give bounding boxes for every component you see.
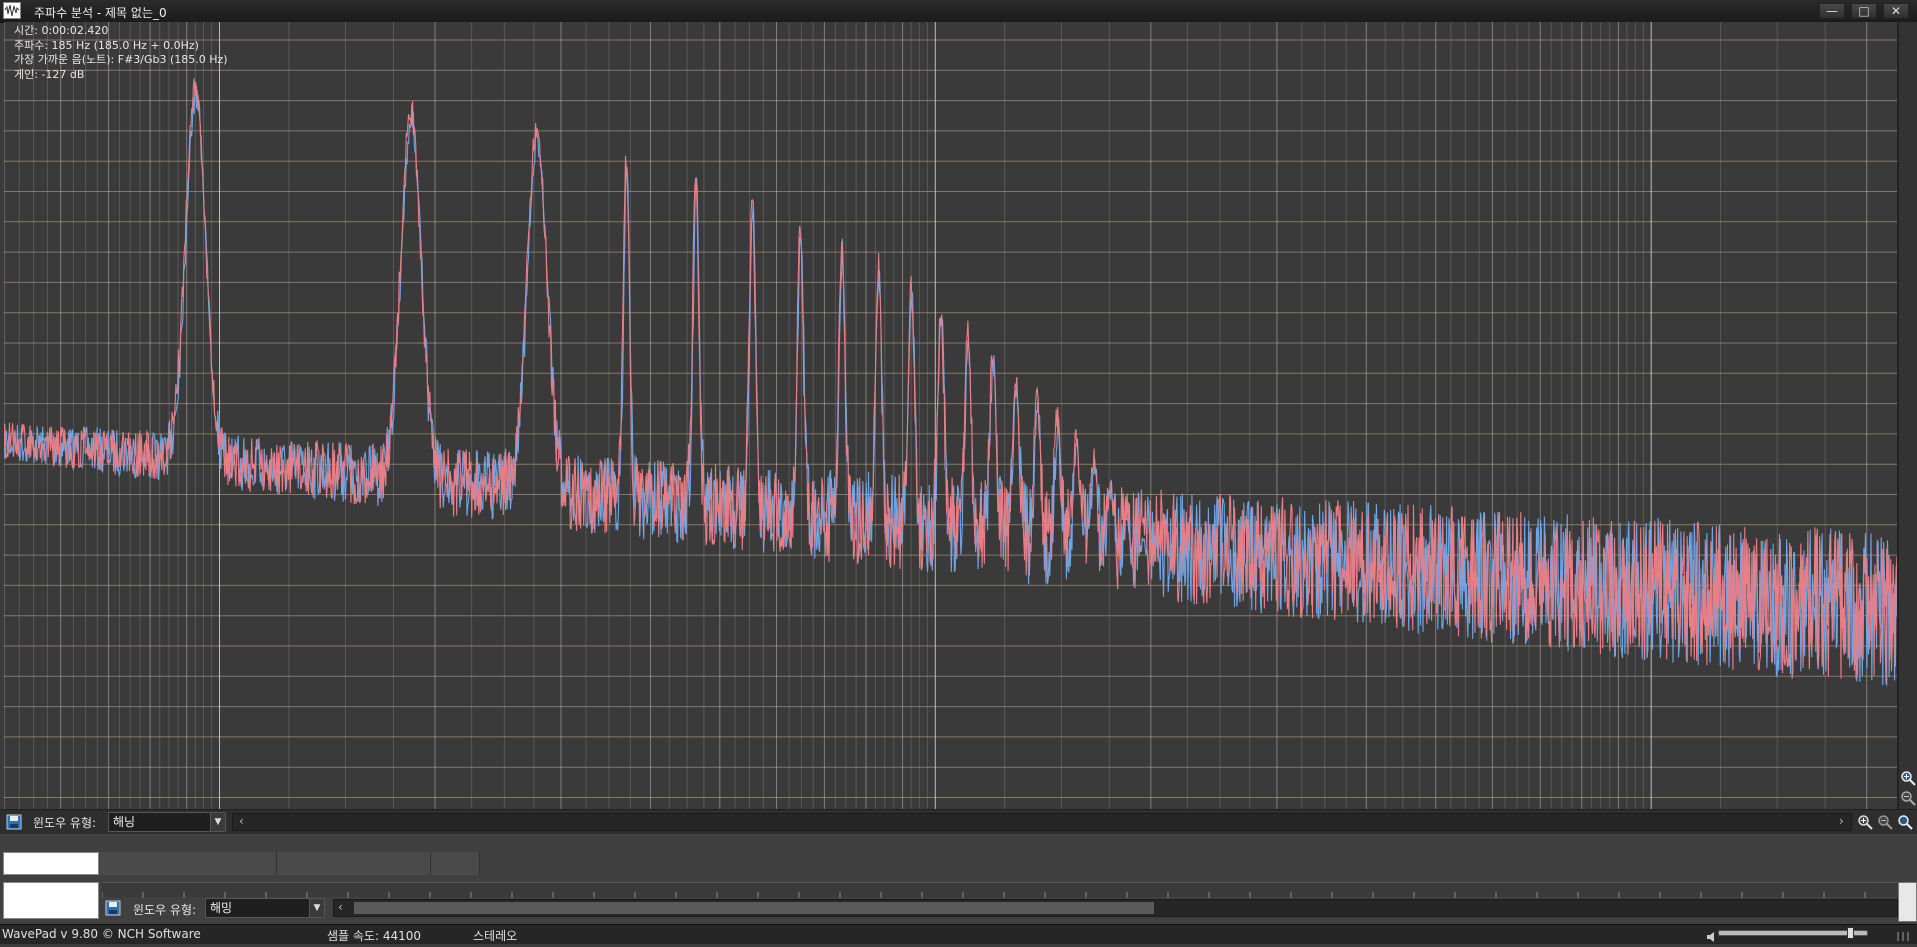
tab-active[interactable] xyxy=(3,852,99,875)
title-bar: 주파수 분석 - 제목 없는_0 — □ ✕ xyxy=(0,0,1917,23)
zoom-in-horizontal-icon[interactable] xyxy=(1857,814,1873,830)
nearest-note-readout: 가장 가까운 음(노트): F#3/Gb3 (185.0 Hz) xyxy=(14,53,228,66)
left-channel-trace xyxy=(4,78,1897,684)
chevron-down-icon[interactable]: ▼ xyxy=(210,813,225,831)
sample-rate: 샘플 속도: 44100 xyxy=(327,929,422,943)
lower-vertical-scrollbar[interactable] xyxy=(1898,882,1917,922)
app-version: WavePad v 9.80 © NCH Software xyxy=(2,927,201,941)
volume-slider-thumb[interactable] xyxy=(1846,927,1854,939)
horizontal-scrollbar[interactable]: ‹ › xyxy=(232,813,1852,831)
chevron-down-icon[interactable]: ▼ xyxy=(309,899,324,917)
lower-window-type-value: 해밍 xyxy=(210,901,233,915)
file-thumbnail[interactable] xyxy=(3,882,99,919)
tab-4[interactable] xyxy=(431,852,480,875)
scroll-thumb[interactable] xyxy=(354,902,1154,914)
frequency-spectrum-plot[interactable]: 시간: 0:00:02.420 주파수: 185 Hz (185.0 Hz + … xyxy=(4,22,1898,809)
horizontal-gridlines xyxy=(4,39,1897,798)
speaker-icon[interactable] xyxy=(1706,928,1717,947)
gain-readout: 게인: -127 dB xyxy=(14,67,85,81)
close-button[interactable]: ✕ xyxy=(1883,3,1909,19)
lower-window-type-label: 윈도우 유형: xyxy=(133,903,197,917)
save-icon-lower[interactable] xyxy=(105,900,121,916)
waveform-icon[interactable] xyxy=(3,2,21,19)
save-icon[interactable] xyxy=(6,814,22,830)
spectrum-control-bar: 윈도우 유형: 해닝 ▼ ‹ › xyxy=(0,809,1917,835)
zoom-out-icon[interactable] xyxy=(1900,790,1916,806)
lower-scroll-left-icon[interactable]: ‹ xyxy=(338,900,343,914)
window-type-label: 윈도우 유형: xyxy=(33,816,97,830)
vertical-gridlines xyxy=(4,22,1868,809)
cursor-readout: 시간: 0:00:02.420 주파수: 185 Hz (185.0 Hz + … xyxy=(14,24,228,82)
window-type-select[interactable]: 해닝 ▼ xyxy=(108,812,226,832)
zoom-fit-icon[interactable] xyxy=(1897,814,1913,830)
resize-grip-icon[interactable] xyxy=(1894,927,1914,941)
tab-3[interactable] xyxy=(277,852,431,875)
status-bar: WavePad v 9.80 © NCH Software 샘플 속도: 441… xyxy=(0,924,1917,944)
channel-mode: 스테레오 xyxy=(473,929,518,943)
ruler-ticks xyxy=(101,892,1866,898)
frequency-readout: 주파수: 185 Hz (185.0 Hz + 0.0Hz) xyxy=(14,38,199,52)
zoom-out-horizontal-icon[interactable] xyxy=(1877,814,1893,830)
time-readout: 시간: 0:00:02.420 xyxy=(14,24,109,37)
scroll-right-icon[interactable]: › xyxy=(1839,814,1844,828)
lower-window-type-select[interactable]: 해밍 ▼ xyxy=(205,898,325,918)
scroll-left-icon[interactable]: ‹ xyxy=(239,814,244,828)
volume-slider[interactable] xyxy=(1718,930,1868,936)
tab-2[interactable] xyxy=(100,852,277,875)
zoom-in-icon[interactable] xyxy=(1900,770,1916,786)
minimize-button[interactable]: — xyxy=(1819,3,1845,19)
maximize-button[interactable]: □ xyxy=(1851,3,1877,19)
lower-horizontal-scrollbar[interactable]: ‹ xyxy=(333,899,1898,917)
window-title: 주파수 분석 - 제목 없는_0 xyxy=(34,6,167,20)
timeline-ruler[interactable] xyxy=(101,882,1897,898)
vertical-scrollbar[interactable] xyxy=(1898,22,1917,809)
window-type-value: 해닝 xyxy=(113,815,136,829)
spectrum-svg[interactable] xyxy=(4,22,1897,809)
